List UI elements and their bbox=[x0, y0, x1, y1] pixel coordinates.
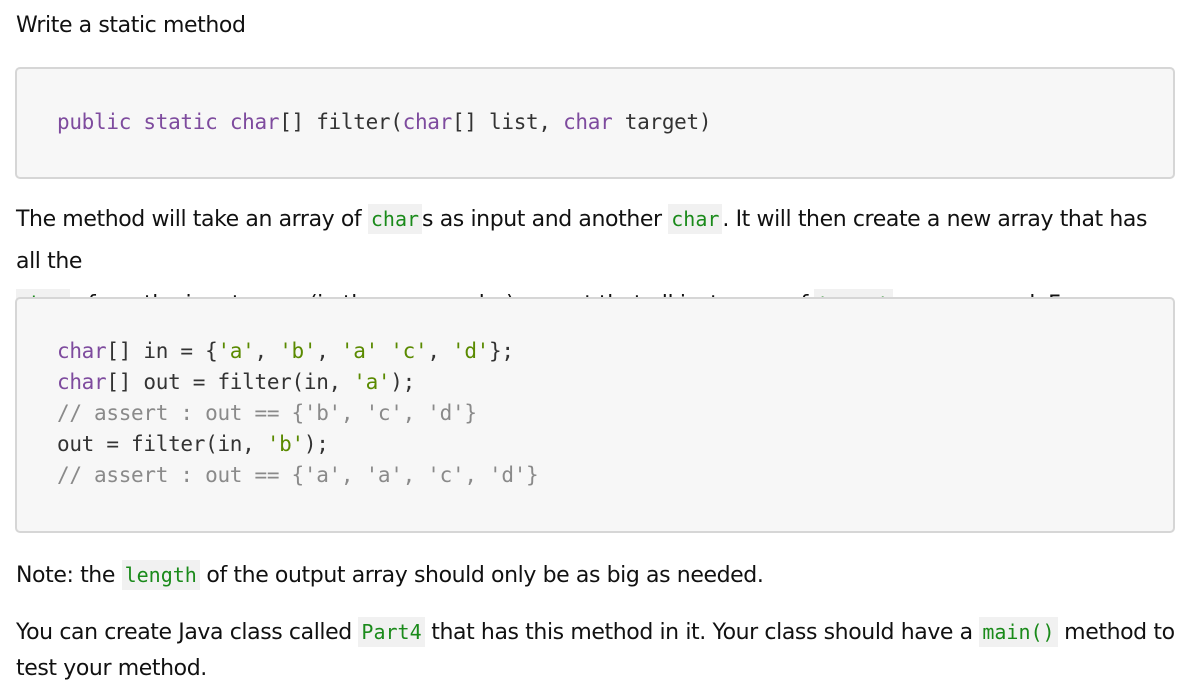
code-token: ); bbox=[303, 432, 329, 456]
code-keyword: public bbox=[57, 110, 132, 134]
example-code-line: // assert : out == {'a', 'a', 'c', 'd'} bbox=[57, 460, 539, 491]
inline-code-char: char bbox=[367, 204, 423, 234]
inline-code-main: main() bbox=[979, 617, 1058, 647]
note-text: Note: the bbox=[16, 563, 122, 588]
instructions-paragraph: You can create Java class called Part4 t… bbox=[16, 614, 1176, 687]
code-keyword: char bbox=[563, 110, 613, 134]
example-code-line: // assert : out == {'b', 'c', 'd'} bbox=[57, 398, 477, 429]
code-token: [] list, bbox=[452, 110, 564, 134]
note-text: of the output array should only be as bi… bbox=[199, 563, 764, 588]
inline-code-length: length bbox=[121, 560, 200, 590]
code-keyword: char bbox=[402, 110, 453, 134]
code-token: }; bbox=[489, 339, 514, 363]
code-keyword: char bbox=[57, 339, 107, 363]
code-string: 'a' bbox=[340, 339, 378, 363]
code-token: , bbox=[316, 339, 341, 363]
signature-code-line: public static char[] filter(char[] list,… bbox=[57, 107, 712, 138]
code-token: [] filter( bbox=[279, 110, 403, 134]
code-string: 'a' bbox=[217, 339, 255, 363]
code-string: 'a' bbox=[353, 370, 391, 394]
code-token: [] out = filter(in, bbox=[106, 370, 354, 394]
example-code-line: char[] in = {'a', 'b', 'a' 'c', 'd'}; bbox=[57, 336, 514, 367]
instructions-text: test your method. bbox=[16, 656, 207, 681]
code-token: , bbox=[254, 339, 280, 363]
code-string: 'b' bbox=[279, 339, 317, 363]
code-token: out = filter(in, bbox=[57, 432, 267, 456]
example-code-block: char[] in = {'a', 'b', 'a' 'c', 'd'}; cha… bbox=[15, 297, 1175, 533]
inline-code-char: char bbox=[668, 204, 723, 234]
instructions-text: You can create Java class called bbox=[16, 620, 359, 645]
code-keyword: char bbox=[229, 110, 280, 134]
description-text: The method will take an array of bbox=[16, 207, 368, 232]
code-keyword: static bbox=[143, 110, 218, 134]
signature-code-block: public static char[] filter(char[] list,… bbox=[15, 67, 1175, 179]
example-code-line: char[] out = filter(in, 'a'); bbox=[57, 367, 415, 398]
code-string: 'c' bbox=[390, 339, 428, 363]
code-string: 'b' bbox=[266, 432, 304, 456]
description-text: s as input and another bbox=[422, 207, 669, 232]
code-token: ); bbox=[390, 370, 415, 394]
code-token: target) bbox=[612, 110, 712, 134]
code-string: 'd' bbox=[452, 339, 490, 363]
example-code-line: out = filter(in, 'b'); bbox=[57, 429, 329, 460]
code-token: [] in = { bbox=[106, 339, 218, 363]
code-comment: // assert : out == {'a', 'a', 'c', 'd'} bbox=[57, 463, 539, 487]
instructions-text: method to bbox=[1057, 620, 1175, 645]
code-comment: // assert : out == {'b', 'c', 'd'} bbox=[57, 401, 477, 425]
note-paragraph: Note: the length of the output array sho… bbox=[16, 554, 1176, 597]
inline-code-class-name: Part4 bbox=[358, 617, 425, 647]
intro-text: Write a static method bbox=[16, 13, 246, 38]
code-token: , bbox=[427, 339, 452, 363]
instructions-text: that has this method in it. Your class s… bbox=[424, 620, 980, 645]
code-keyword: char bbox=[57, 370, 107, 394]
